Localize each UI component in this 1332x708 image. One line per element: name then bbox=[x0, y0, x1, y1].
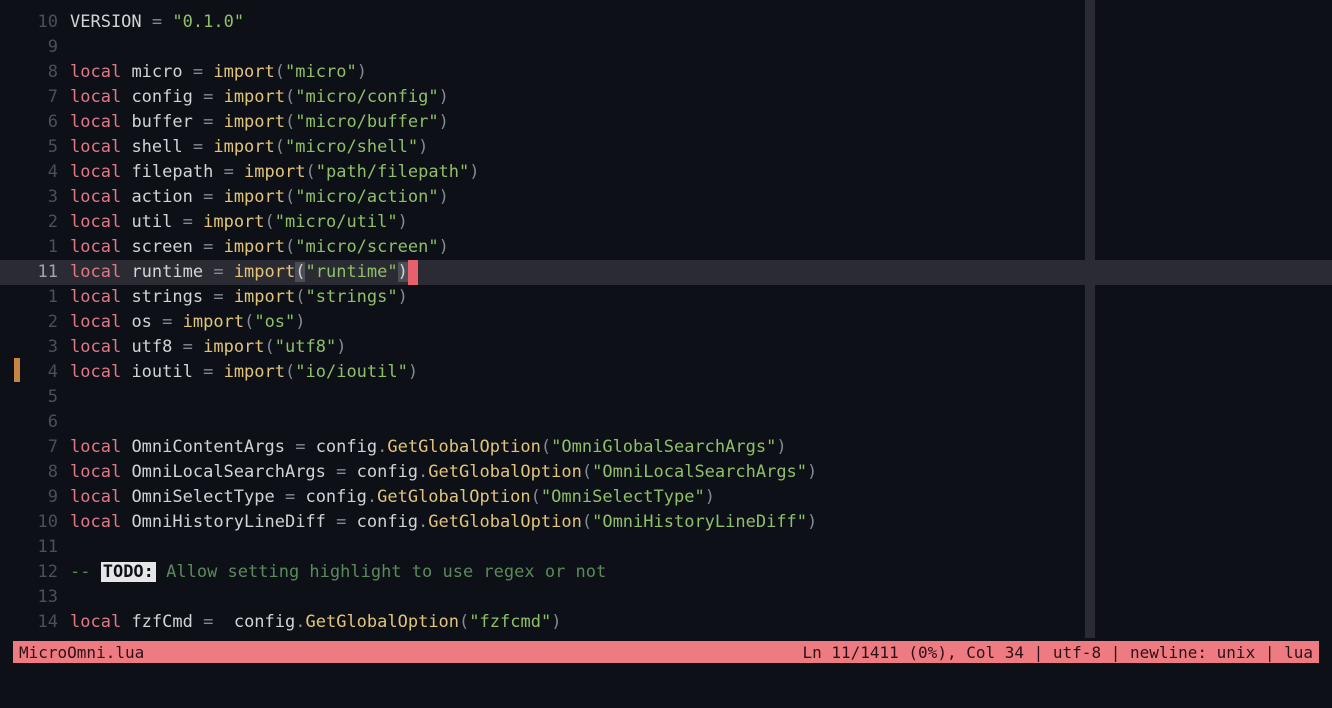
code-line[interactable]: 8 local micro = import("micro") bbox=[0, 60, 1332, 85]
code-line[interactable]: 3 local action = import("micro/action") bbox=[0, 185, 1332, 210]
line-number: 8 bbox=[0, 460, 70, 485]
code-line[interactable]: 5 local shell = import("micro/shell") bbox=[0, 135, 1332, 160]
line-number: 4 bbox=[0, 360, 70, 385]
match-paren-icon: ( bbox=[295, 262, 305, 282]
line-number: 8 bbox=[0, 60, 70, 85]
todo-tag-icon: TODO: bbox=[101, 562, 156, 582]
code-line[interactable]: 9 bbox=[0, 35, 1332, 60]
line-number: 1 bbox=[0, 285, 70, 310]
line-number: 2 bbox=[0, 310, 70, 335]
code-line[interactable]: 10 local OmniHistoryLineDiff = config.Ge… bbox=[0, 510, 1332, 535]
code-line[interactable]: 7 local config = import("micro/config") bbox=[0, 85, 1332, 110]
code-area[interactable]: 10 VERSION = "0.1.0" 9 8 local micro = i… bbox=[0, 0, 1332, 638]
line-number: 12 bbox=[0, 560, 70, 585]
status-bar: MicroOmni.lua Ln 11/1411 (0%), Col 34 | … bbox=[13, 641, 1319, 663]
line-number: 6 bbox=[0, 410, 70, 435]
line-number: 2 bbox=[0, 210, 70, 235]
line-number: 3 bbox=[0, 335, 70, 360]
code-line[interactable]: 10 VERSION = "0.1.0" bbox=[0, 10, 1332, 35]
code-line[interactable]: 1 local screen = import("micro/screen") bbox=[0, 235, 1332, 260]
code-line[interactable]: 2 local os = import("os") bbox=[0, 310, 1332, 335]
line-number: 3 bbox=[0, 185, 70, 210]
code-line[interactable]: 8 local OmniLocalSearchArgs = config.Get… bbox=[0, 460, 1332, 485]
identifier: VERSION bbox=[70, 12, 142, 32]
line-number: 7 bbox=[0, 85, 70, 110]
line-number: 13 bbox=[0, 585, 70, 610]
code-line[interactable]: 3 local utf8 = import("utf8") bbox=[0, 335, 1332, 360]
code-line[interactable]: 1 local strings = import("strings") bbox=[0, 285, 1332, 310]
line-number: 4 bbox=[0, 160, 70, 185]
editor: 10 VERSION = "0.1.0" 9 8 local micro = i… bbox=[0, 0, 1332, 708]
code-line-current[interactable]: 11 local runtime = import("runtime") bbox=[0, 260, 1332, 285]
line-number: 14 bbox=[0, 610, 70, 635]
code-line[interactable]: 11 bbox=[0, 535, 1332, 560]
line-number: 10 bbox=[0, 10, 70, 35]
status-filename: MicroOmni.lua bbox=[19, 640, 802, 665]
line-number: 5 bbox=[0, 385, 70, 410]
code-line[interactable]: 12 -- TODO: Allow setting highlight to u… bbox=[0, 560, 1332, 585]
line-number: 10 bbox=[0, 510, 70, 535]
line-number: 6 bbox=[0, 110, 70, 135]
line-number: 11 bbox=[0, 535, 70, 560]
line-number: 7 bbox=[0, 435, 70, 460]
code-line[interactable]: 5 bbox=[0, 385, 1332, 410]
match-paren-icon: ) bbox=[398, 262, 408, 282]
line-number: 9 bbox=[0, 485, 70, 510]
status-position: Ln 11/1411 (0%), Col 34 | utf-8 | newlin… bbox=[802, 640, 1313, 665]
cursor-icon bbox=[408, 260, 418, 285]
code-line[interactable]: 7 local OmniContentArgs = config.GetGlob… bbox=[0, 435, 1332, 460]
code-line[interactable]: 6 bbox=[0, 410, 1332, 435]
line-number: 11 bbox=[0, 260, 70, 285]
code-line[interactable]: 2 local util = import("micro/util") bbox=[0, 210, 1332, 235]
code-line[interactable]: 13 bbox=[0, 585, 1332, 610]
code-line[interactable]: 4 local filepath = import("path/filepath… bbox=[0, 160, 1332, 185]
line-number: 5 bbox=[0, 135, 70, 160]
code-line[interactable]: 14 local fzfCmd = config.GetGlobalOption… bbox=[0, 610, 1332, 635]
code-line[interactable]: 4 local ioutil = import("io/ioutil") bbox=[0, 360, 1332, 385]
line-number: 1 bbox=[0, 235, 70, 260]
code-line[interactable]: 9 local OmniSelectType = config.GetGloba… bbox=[0, 485, 1332, 510]
line-number: 9 bbox=[0, 35, 70, 60]
code-line[interactable]: 6 local buffer = import("micro/buffer") bbox=[0, 110, 1332, 135]
